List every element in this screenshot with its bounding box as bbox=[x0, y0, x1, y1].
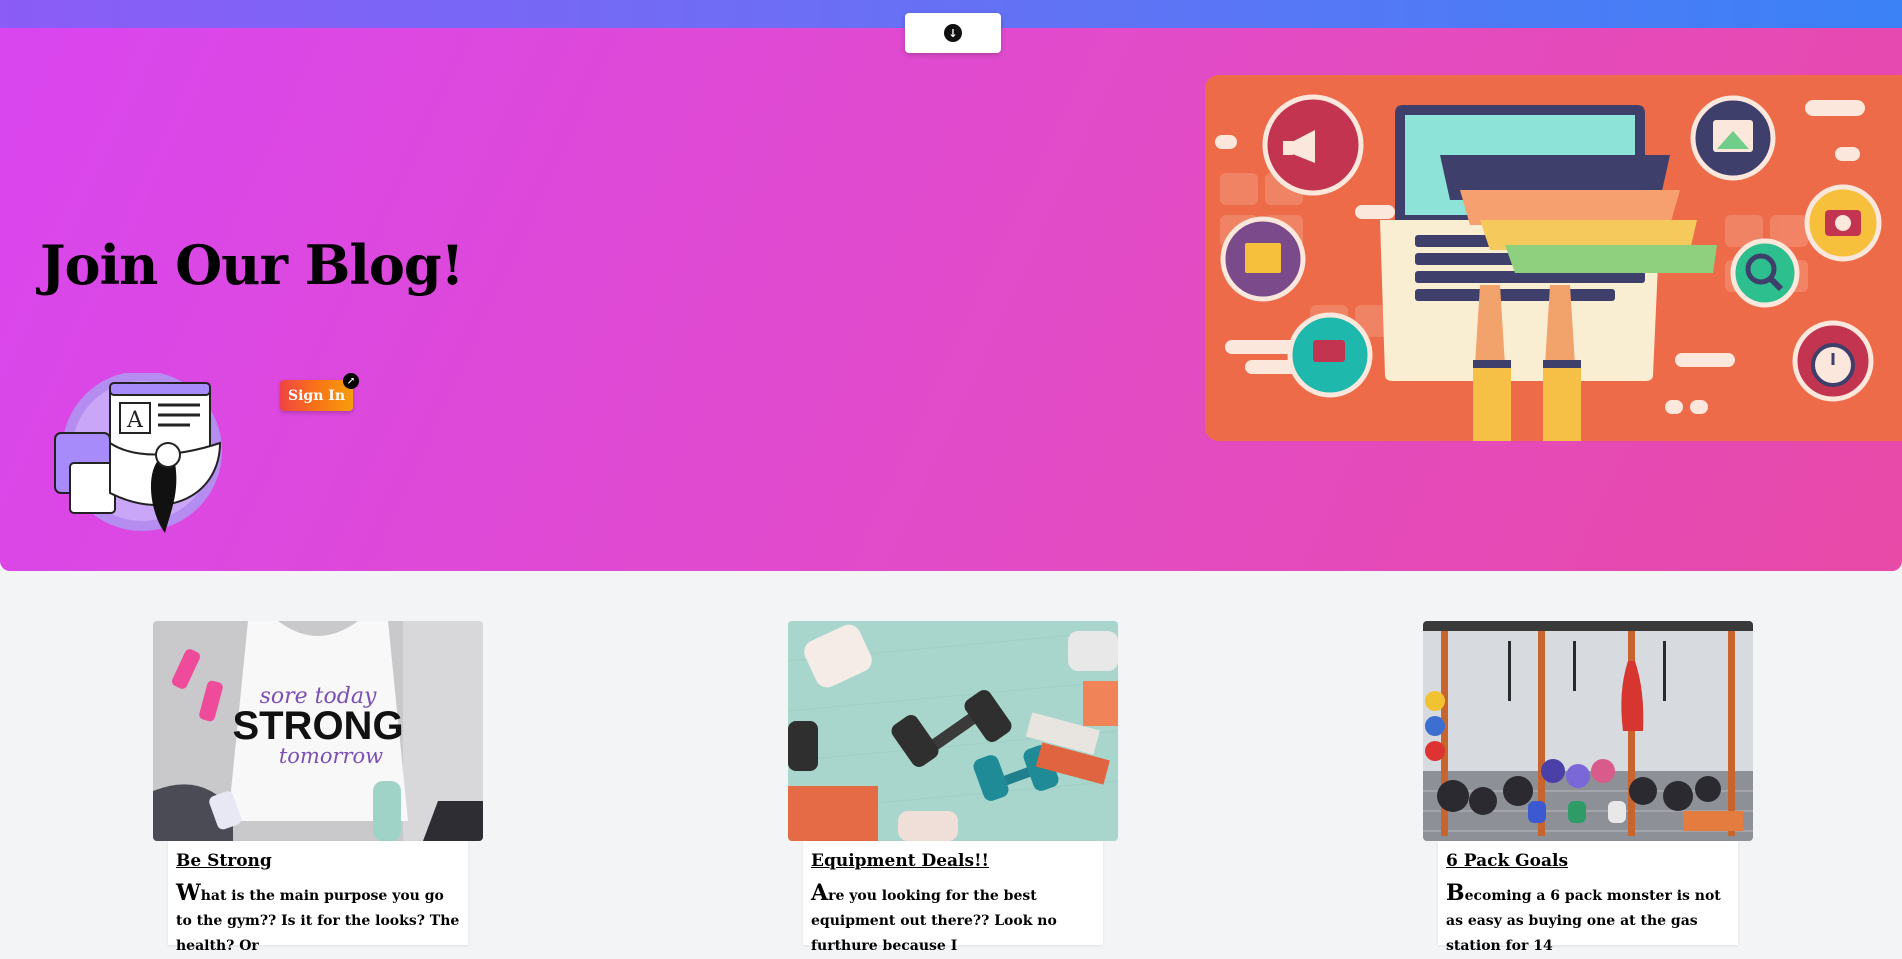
sign-in-button[interactable]: Sign In ↗ bbox=[280, 373, 359, 411]
hero-section: Join Our Blog! A Sign In ↗ bbox=[0, 28, 1902, 571]
drop-cap: W bbox=[176, 880, 201, 906]
equipment-deals-card: Equipment Deals!! Are you looking for th… bbox=[803, 841, 1103, 954]
card-text-be-strong: What is the main purpose you go to the g… bbox=[176, 881, 460, 959]
card-text-body: ecoming a 6 pack monster is not as easy … bbox=[1446, 888, 1721, 954]
scroll-down-button[interactable]: ↓ bbox=[905, 13, 1001, 53]
card-title-be-strong[interactable]: Be Strong bbox=[176, 851, 460, 871]
equipment-deals-card-image[interactable] bbox=[788, 621, 1118, 841]
card-text-body: hat is the main purpose you go to the gy… bbox=[176, 888, 460, 954]
card-title-equipment-deals[interactable]: Equipment Deals!! bbox=[811, 851, 1095, 871]
card-text-equipment-deals: Are you looking for the best equipment o… bbox=[811, 881, 1095, 959]
svg-text:A: A bbox=[126, 408, 144, 433]
be-strong-card: Be Strong What is the main purpose you g… bbox=[168, 841, 468, 954]
shirt-text-line2: STRONG bbox=[232, 704, 403, 748]
external-link-icon: ↗ bbox=[343, 373, 359, 389]
blogging-laptop-illustration bbox=[1205, 75, 1902, 441]
drop-cap: B bbox=[1446, 880, 1465, 906]
arrow-down-circle-icon: ↓ bbox=[944, 24, 962, 42]
sign-in-label: Sign In bbox=[288, 387, 345, 404]
card-text-body: re you looking for the best equipment ou… bbox=[811, 888, 1057, 954]
card-text-six-pack-goals: Becoming a 6 pack monster is not as easy… bbox=[1446, 881, 1730, 959]
shirt-text-line3: tomorrow bbox=[279, 744, 383, 768]
card-title-six-pack-goals[interactable]: 6 Pack Goals bbox=[1446, 851, 1730, 871]
six-pack-goals-card-image[interactable] bbox=[1423, 621, 1753, 841]
hero-title: Join Our Blog! bbox=[40, 233, 464, 297]
be-strong-card-image[interactable]: sore today STRONG tomorrow bbox=[153, 621, 483, 841]
drop-cap: A bbox=[811, 880, 829, 906]
blogger-illustration: A bbox=[54, 373, 222, 533]
six-pack-goals-card: 6 Pack Goals Becoming a 6 pack monster i… bbox=[1438, 841, 1738, 954]
